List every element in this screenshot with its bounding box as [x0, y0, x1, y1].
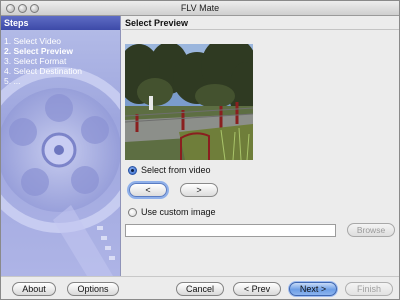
step-more: 5. ...: [4, 76, 21, 86]
browse-button[interactable]: Browse: [347, 223, 395, 237]
use-custom-image-label: Use custom image: [141, 207, 216, 217]
about-button[interactable]: About: [12, 282, 56, 296]
next-button[interactable]: Next >: [289, 282, 337, 296]
previous-frame-button[interactable]: <: [129, 183, 167, 197]
steps-list: 1. Select Video 2. Select Preview 3. Sel…: [4, 36, 82, 86]
prev-button[interactable]: < Prev: [233, 282, 281, 296]
next-frame-button[interactable]: >: [180, 183, 218, 197]
wizard-content: Select Preview Select from video < > Use…: [122, 16, 399, 276]
wizard-button-bar: About Options Cancel < Prev Next > Finis…: [1, 276, 399, 299]
use-custom-image-radio[interactable]: [128, 207, 137, 217]
content-title: Select Preview: [122, 16, 399, 30]
select-from-video-option[interactable]: Select from video: [128, 164, 211, 176]
cancel-button[interactable]: Cancel: [176, 282, 224, 296]
step-select-preview: 2. Select Preview: [4, 46, 73, 56]
use-custom-image-option[interactable]: Use custom image: [128, 206, 216, 218]
steps-header: Steps: [1, 16, 120, 30]
custom-image-path-field[interactable]: [125, 224, 336, 237]
window-title: FLV Mate: [180, 3, 220, 13]
title-bar[interactable]: FLV Mate: [1, 1, 399, 16]
step-select-format: 3. Select Format: [4, 56, 67, 66]
step-select-destination: 4. Select Destination: [4, 66, 82, 76]
steps-panel: Steps 1. Select Video 2. Select Preview …: [1, 16, 121, 276]
step-select-video: 1. Select Video: [4, 36, 62, 46]
finish-button[interactable]: Finish: [345, 282, 393, 296]
video-preview-image: [125, 44, 253, 160]
select-from-video-radio[interactable]: [128, 165, 137, 175]
select-from-video-label: Select from video: [141, 165, 211, 175]
app-window: FLV Mate Steps 1. Select Video 2. Select…: [0, 0, 400, 300]
options-button[interactable]: Options: [67, 282, 119, 296]
